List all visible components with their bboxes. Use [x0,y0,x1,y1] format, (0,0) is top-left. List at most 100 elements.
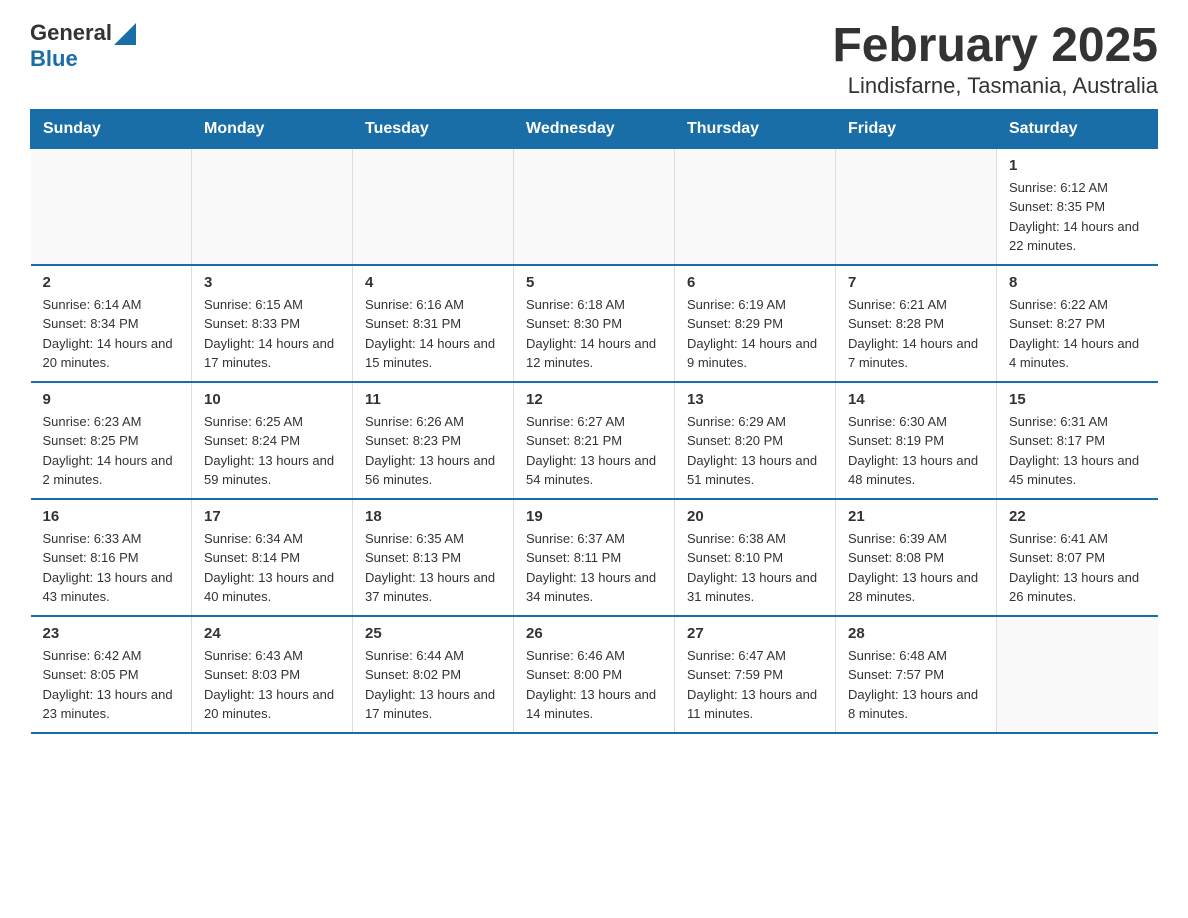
table-row: 23 Sunrise: 6:42 AMSunset: 8:05 PMDayligh… [31,616,192,733]
table-row: 21 Sunrise: 6:39 AMSunset: 8:08 PMDayligh… [836,499,997,616]
day-sun-info: Sunrise: 6:35 AMSunset: 8:13 PMDaylight:… [365,529,501,607]
table-row: 28 Sunrise: 6:48 AMSunset: 7:57 PMDayligh… [836,616,997,733]
table-row [31,148,192,265]
day-sun-info: Sunrise: 6:25 AMSunset: 8:24 PMDaylight:… [204,412,340,490]
day-number: 28 [848,625,984,642]
calendar-title-block: February 2025 Lindisfarne, Tasmania, Aus… [832,20,1158,99]
day-number: 10 [204,391,340,408]
day-number: 25 [365,625,501,642]
logo: General Blue [30,20,136,72]
calendar-header-row: Sunday Monday Tuesday Wednesday Thursday… [31,109,1158,148]
day-sun-info: Sunrise: 6:46 AMSunset: 8:00 PMDaylight:… [526,646,662,724]
table-row: 25 Sunrise: 6:44 AMSunset: 8:02 PMDayligh… [353,616,514,733]
day-number: 6 [687,274,823,291]
calendar-week-row: 23 Sunrise: 6:42 AMSunset: 8:05 PMDayligh… [31,616,1158,733]
day-sun-info: Sunrise: 6:34 AMSunset: 8:14 PMDaylight:… [204,529,340,607]
day-number: 21 [848,508,984,525]
day-sun-info: Sunrise: 6:48 AMSunset: 7:57 PMDaylight:… [848,646,984,724]
table-row: 18 Sunrise: 6:35 AMSunset: 8:13 PMDayligh… [353,499,514,616]
table-row [675,148,836,265]
day-sun-info: Sunrise: 6:15 AMSunset: 8:33 PMDaylight:… [204,295,340,373]
header-sunday: Sunday [31,109,192,148]
day-sun-info: Sunrise: 6:26 AMSunset: 8:23 PMDaylight:… [365,412,501,490]
logo-triangle-icon [114,23,136,45]
day-sun-info: Sunrise: 6:44 AMSunset: 8:02 PMDaylight:… [365,646,501,724]
day-number: 5 [526,274,662,291]
logo-text-block: General Blue [30,20,136,72]
table-row: 11 Sunrise: 6:26 AMSunset: 8:23 PMDayligh… [353,382,514,499]
header-thursday: Thursday [675,109,836,148]
header-tuesday: Tuesday [353,109,514,148]
table-row: 27 Sunrise: 6:47 AMSunset: 7:59 PMDayligh… [675,616,836,733]
table-row [192,148,353,265]
day-number: 18 [365,508,501,525]
day-sun-info: Sunrise: 6:14 AMSunset: 8:34 PMDaylight:… [43,295,180,373]
day-sun-info: Sunrise: 6:33 AMSunset: 8:16 PMDaylight:… [43,529,180,607]
day-number: 15 [1009,391,1146,408]
header-monday: Monday [192,109,353,148]
header-saturday: Saturday [997,109,1158,148]
day-sun-info: Sunrise: 6:39 AMSunset: 8:08 PMDaylight:… [848,529,984,607]
day-number: 8 [1009,274,1146,291]
day-number: 19 [526,508,662,525]
day-number: 7 [848,274,984,291]
day-number: 1 [1009,157,1146,174]
calendar-week-row: 2 Sunrise: 6:14 AMSunset: 8:34 PMDaylight… [31,265,1158,382]
table-row: 19 Sunrise: 6:37 AMSunset: 8:11 PMDayligh… [514,499,675,616]
table-row: 17 Sunrise: 6:34 AMSunset: 8:14 PMDayligh… [192,499,353,616]
table-row: 1 Sunrise: 6:12 AMSunset: 8:35 PMDaylight… [997,148,1158,265]
day-sun-info: Sunrise: 6:37 AMSunset: 8:11 PMDaylight:… [526,529,662,607]
day-number: 22 [1009,508,1146,525]
day-number: 13 [687,391,823,408]
calendar-table: Sunday Monday Tuesday Wednesday Thursday… [30,109,1158,734]
day-number: 17 [204,508,340,525]
table-row: 2 Sunrise: 6:14 AMSunset: 8:34 PMDaylight… [31,265,192,382]
table-row [836,148,997,265]
day-sun-info: Sunrise: 6:12 AMSunset: 8:35 PMDaylight:… [1009,178,1146,256]
day-number: 24 [204,625,340,642]
table-row: 14 Sunrise: 6:30 AMSunset: 8:19 PMDayligh… [836,382,997,499]
day-number: 2 [43,274,180,291]
day-sun-info: Sunrise: 6:31 AMSunset: 8:17 PMDaylight:… [1009,412,1146,490]
day-sun-info: Sunrise: 6:27 AMSunset: 8:21 PMDaylight:… [526,412,662,490]
day-sun-info: Sunrise: 6:38 AMSunset: 8:10 PMDaylight:… [687,529,823,607]
day-sun-info: Sunrise: 6:16 AMSunset: 8:31 PMDaylight:… [365,295,501,373]
table-row: 20 Sunrise: 6:38 AMSunset: 8:10 PMDayligh… [675,499,836,616]
table-row: 6 Sunrise: 6:19 AMSunset: 8:29 PMDaylight… [675,265,836,382]
day-sun-info: Sunrise: 6:23 AMSunset: 8:25 PMDaylight:… [43,412,180,490]
calendar-subtitle: Lindisfarne, Tasmania, Australia [832,73,1158,99]
day-number: 9 [43,391,180,408]
table-row [997,616,1158,733]
table-row [514,148,675,265]
day-sun-info: Sunrise: 6:42 AMSunset: 8:05 PMDaylight:… [43,646,180,724]
table-row: 12Sunrise: 6:27 AMSunset: 8:21 PMDayligh… [514,382,675,499]
day-number: 26 [526,625,662,642]
table-row: 4Sunrise: 6:16 AMSunset: 8:31 PMDaylight… [353,265,514,382]
table-row: 5 Sunrise: 6:18 AMSunset: 8:30 PMDaylight… [514,265,675,382]
table-row: 3 Sunrise: 6:15 AMSunset: 8:33 PMDaylight… [192,265,353,382]
header-wednesday: Wednesday [514,109,675,148]
day-sun-info: Sunrise: 6:21 AMSunset: 8:28 PMDaylight:… [848,295,984,373]
logo-blue-text: Blue [30,46,136,72]
day-number: 27 [687,625,823,642]
table-row: 16Sunrise: 6:33 AMSunset: 8:16 PMDayligh… [31,499,192,616]
table-row [353,148,514,265]
calendar-week-row: 9 Sunrise: 6:23 AMSunset: 8:25 PMDaylight… [31,382,1158,499]
day-number: 20 [687,508,823,525]
day-sun-info: Sunrise: 6:30 AMSunset: 8:19 PMDaylight:… [848,412,984,490]
day-sun-info: Sunrise: 6:18 AMSunset: 8:30 PMDaylight:… [526,295,662,373]
day-number: 11 [365,391,501,408]
table-row: 8Sunrise: 6:22 AMSunset: 8:27 PMDaylight… [997,265,1158,382]
table-row: 26 Sunrise: 6:46 AMSunset: 8:00 PMDayligh… [514,616,675,733]
calendar-title: February 2025 [832,20,1158,73]
table-row: 24 Sunrise: 6:43 AMSunset: 8:03 PMDayligh… [192,616,353,733]
day-sun-info: Sunrise: 6:43 AMSunset: 8:03 PMDaylight:… [204,646,340,724]
day-sun-info: Sunrise: 6:47 AMSunset: 7:59 PMDaylight:… [687,646,823,724]
table-row: 15 Sunrise: 6:31 AMSunset: 8:17 PMDayligh… [997,382,1158,499]
day-sun-info: Sunrise: 6:19 AMSunset: 8:29 PMDaylight:… [687,295,823,373]
day-number: 3 [204,274,340,291]
table-row: 10 Sunrise: 6:25 AMSunset: 8:24 PMDayligh… [192,382,353,499]
day-number: 14 [848,391,984,408]
day-number: 23 [43,625,180,642]
table-row: 22Sunrise: 6:41 AMSunset: 8:07 PMDayligh… [997,499,1158,616]
